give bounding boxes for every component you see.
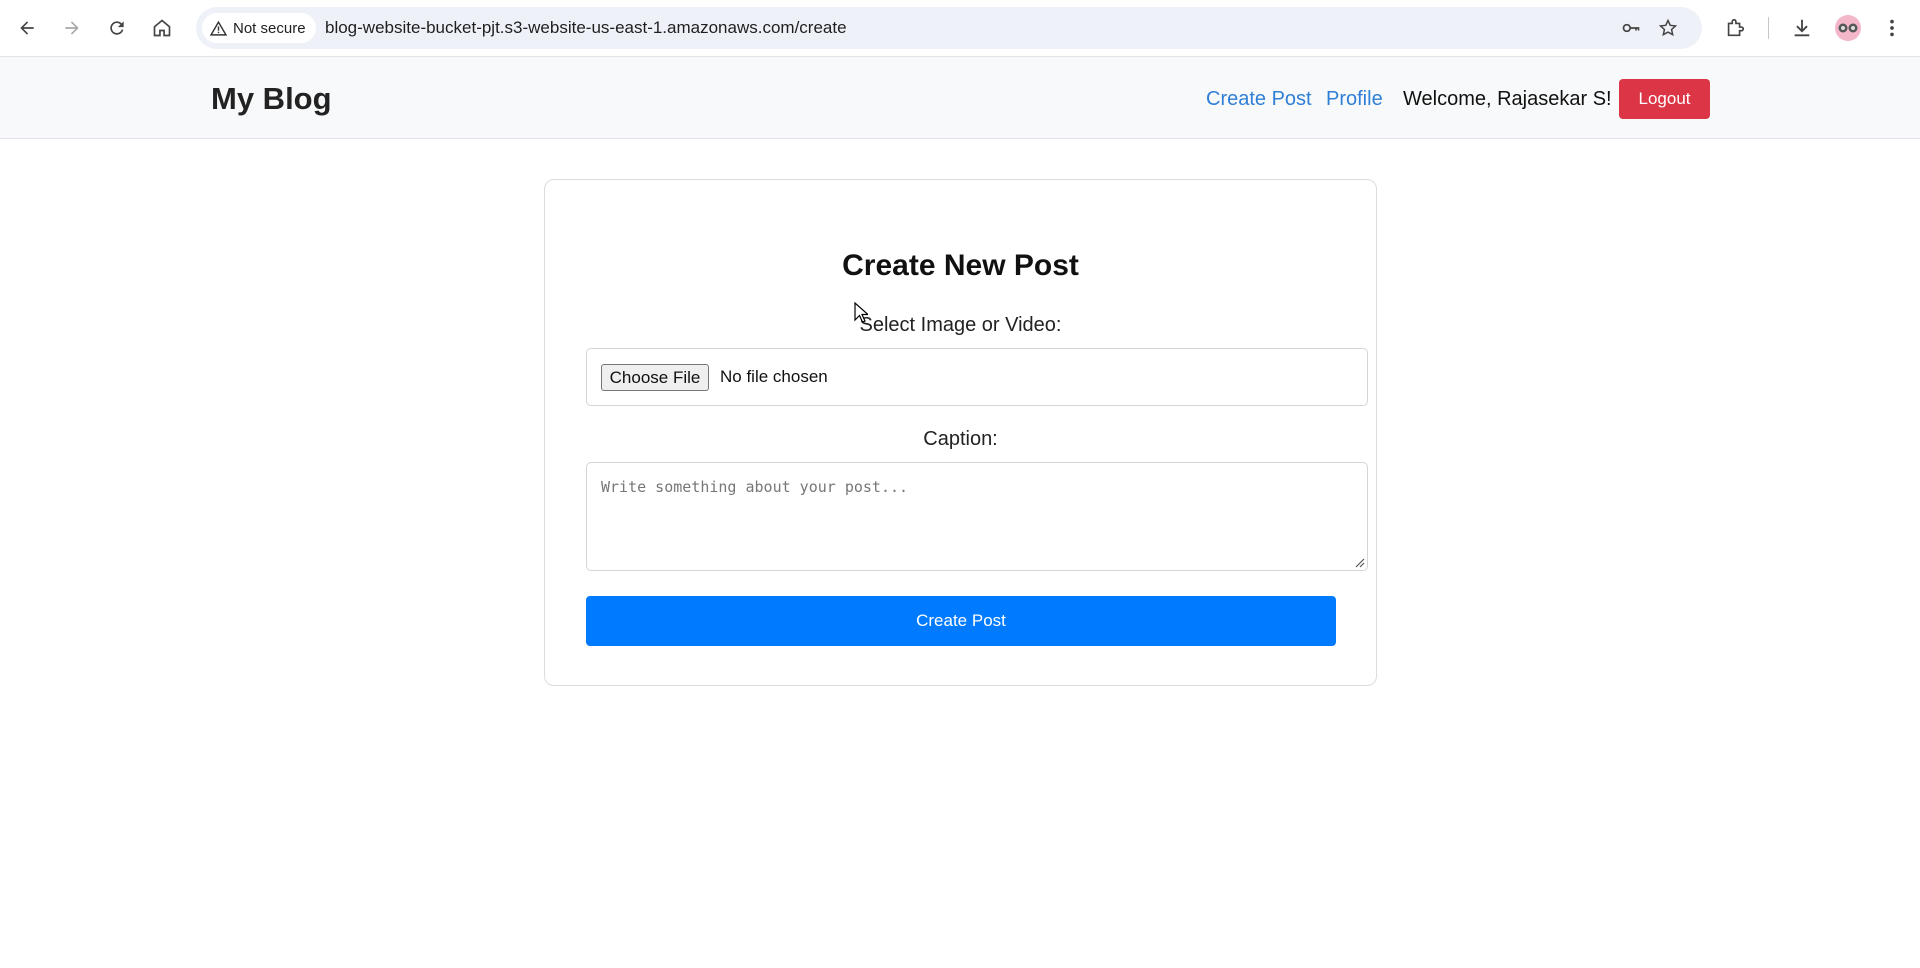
create-post-button[interactable]: Create Post [586,596,1336,646]
home-button[interactable] [145,11,179,45]
forward-icon [65,21,79,35]
logout-button[interactable]: Logout [1619,79,1710,119]
site-navbar: My Blog Create Post Profile Welcome, Raj… [0,57,1920,139]
brand-logo[interactable]: My Blog [211,81,332,117]
file-status: No file chosen [720,367,828,386]
resize-grip-icon[interactable] [1354,557,1365,568]
password-key-button[interactable] [1620,17,1642,39]
page-title: Create New Post [842,249,1079,282]
url-text[interactable]: blog-website-bucket-pjt.s3-website-us-ea… [325,18,847,38]
security-label: Not secure [233,19,306,37]
caption-textarea[interactable] [586,462,1368,571]
caption-label: Caption: [923,428,998,450]
downloads-button[interactable] [1788,14,1816,42]
reload-button[interactable] [100,11,134,45]
download-icon [1794,19,1810,37]
create-post-card: Create New Post Select Image or Video: C… [544,179,1377,686]
media-label: Select Image or Video: [859,314,1062,336]
extensions-icon [1727,18,1745,37]
profile-avatar[interactable] [1835,15,1861,41]
reload-icon [110,21,124,35]
security-chip[interactable]: Not secure [202,13,316,43]
choose-file-button[interactable]: Choose File [601,364,709,391]
bookmark-button[interactable] [1657,17,1679,39]
avatar-icon [1838,23,1858,33]
file-input[interactable]: Choose File No file chosen [586,348,1368,406]
forward-button[interactable] [55,11,89,45]
mouse-cursor-icon [854,302,868,323]
nav-link-create-post[interactable]: Create Post [1206,88,1312,111]
nav-link-profile[interactable]: Profile [1326,88,1383,111]
back-icon [20,21,34,35]
kebab-menu-icon [1890,19,1894,37]
back-button[interactable] [10,11,44,45]
home-icon [153,19,171,37]
star-icon [1658,18,1678,37]
key-icon [1622,23,1640,33]
warning-icon [210,20,227,36]
browser-toolbar: Not secure blog-website-bucket-pjt.s3-we… [0,0,1920,57]
browser-menu-button[interactable] [1878,14,1906,42]
extensions-button[interactable] [1721,14,1749,42]
welcome-text: Welcome, Rajasekar S! [1403,88,1612,110]
address-bar[interactable]: Not secure blog-website-bucket-pjt.s3-we… [196,7,1702,49]
toolbar-divider [1768,17,1769,39]
